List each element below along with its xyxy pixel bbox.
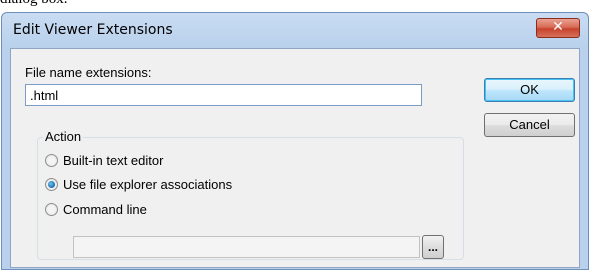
action-group-label: Action xyxy=(43,129,84,144)
dialog-body: File name extensions: OK Cancel Action B… xyxy=(10,48,580,268)
cancel-button[interactable]: Cancel xyxy=(484,113,575,137)
extensions-label: File name extensions: xyxy=(25,65,152,80)
command-line-input[interactable] xyxy=(73,236,420,258)
radio-label: Use file explorer associations xyxy=(63,176,233,192)
radio-builtin-editor[interactable]: Built-in text editor xyxy=(45,152,163,168)
dialog-window: Edit Viewer Extensions ✕ File name exten… xyxy=(1,12,589,270)
browse-button[interactable]: ... xyxy=(422,235,444,259)
radio-file-explorer[interactable]: Use file explorer associations xyxy=(45,176,232,192)
extensions-input[interactable] xyxy=(25,84,422,106)
close-button[interactable]: ✕ xyxy=(536,18,580,38)
dialog-title: Edit Viewer Extensions xyxy=(13,22,173,38)
title-bar[interactable]: Edit Viewer Extensions ✕ xyxy=(2,13,588,49)
radio-button[interactable] xyxy=(45,202,58,216)
radio-label: Built-in text editor xyxy=(63,152,164,168)
radio-label: Command line xyxy=(63,201,147,217)
radio-command-line[interactable]: Command line xyxy=(45,201,147,217)
caption-label: dialog box. xyxy=(0,0,68,8)
radio-button-checked[interactable] xyxy=(45,177,58,191)
ok-button[interactable]: OK xyxy=(484,78,575,102)
radio-button[interactable] xyxy=(45,153,58,167)
close-icon: ✕ xyxy=(552,19,564,35)
